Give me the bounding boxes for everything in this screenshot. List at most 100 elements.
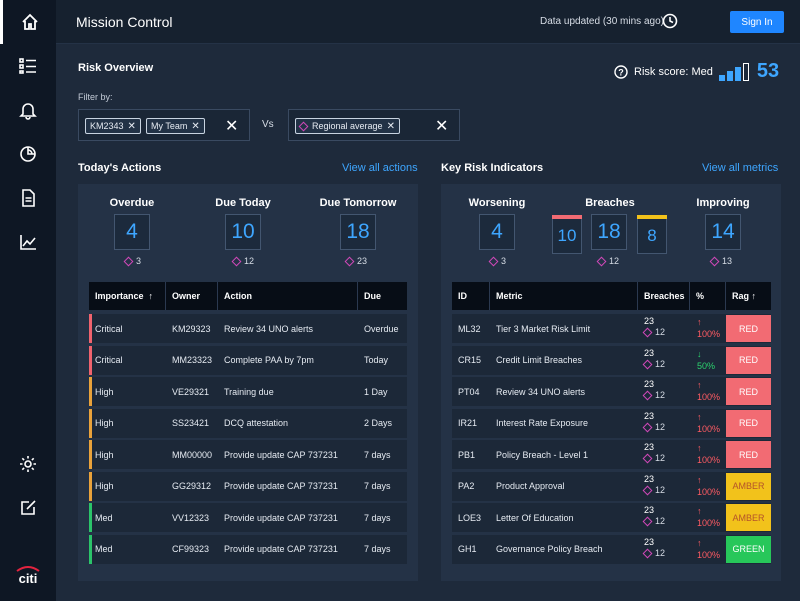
chip-label: Regional average <box>312 121 383 131</box>
cell-metric: Governance Policy Breach <box>496 544 603 554</box>
stat-overdue-value[interactable]: 4 <box>114 214 150 250</box>
bell-icon <box>19 103 37 120</box>
nav-analytics[interactable] <box>0 220 56 264</box>
kri-worsening-value[interactable]: 4 <box>479 214 515 250</box>
table-row[interactable]: CR15 Credit Limit Breaches 23 12 ↓ 50% RED <box>452 345 771 375</box>
nav-list[interactable] <box>0 44 56 88</box>
column-rag[interactable]: Rag ↑ <box>726 282 771 310</box>
cell-metric: Product Approval <box>496 481 565 491</box>
kri-worsening-label-wrap: Worsening <box>468 197 526 209</box>
cell-percent: ↑ 100% <box>697 474 720 498</box>
cell-due: 7 days <box>364 512 391 523</box>
gear-icon <box>20 456 36 472</box>
filter-chip-my-team[interactable]: My Team ✕ <box>146 118 205 134</box>
cell-percent: ↑ 100% <box>697 379 720 403</box>
cell-percent: ↑ 100% <box>697 442 720 466</box>
cell-metric: Letter Of Education <box>496 512 574 523</box>
table-row[interactable]: Med CF99323 Provide update CAP 737231 7 day… <box>89 534 407 564</box>
table-row[interactable]: GH1 Governance Policy Breach 23 12 ↑ 100% GREE… <box>452 534 771 564</box>
table-row[interactable]: LOE3 Letter Of Education 23 12 ↑ 100% AMBER <box>452 503 771 532</box>
table-row[interactable]: PB1 Policy Breach - Level 1 23 12 ↑ 100% RED <box>452 440 771 469</box>
table-row[interactable]: Med VV12323 Provide update CAP 737231 7 day… <box>89 503 407 532</box>
column-breaches[interactable]: Breaches <box>638 282 690 310</box>
cell-owner: KM29323 <box>172 323 211 334</box>
cell-breaches: 23 12 <box>642 505 666 527</box>
table-row[interactable]: PT04 Review 34 UNO alerts 23 12 ↑ 100% RED <box>452 377 771 406</box>
cell-action: Provide update CAP 737231 <box>224 481 338 491</box>
cell-due: 7 days <box>364 449 391 460</box>
cell-importance: Critical <box>95 323 123 334</box>
cell-metric: Review 34 UNO alerts <box>496 386 586 397</box>
clear-filter-icon[interactable]: ✕ <box>225 116 238 136</box>
table-row[interactable]: High GG29312 Provide update CAP 737231 7 da… <box>89 471 407 501</box>
cell-due: 1 Day <box>364 386 388 397</box>
diamond-icon <box>642 422 653 432</box>
table-row[interactable]: Critical MM23323 Complete PAA by 7pm Today <box>89 345 407 375</box>
column-due[interactable]: Due <box>358 282 407 310</box>
column-id[interactable]: ID <box>452 282 490 310</box>
table-row[interactable]: ML32 Tier 3 Market Risk Limit 23 12 ↑ 100% RED <box>452 314 771 343</box>
cell-id: PA2 <box>458 481 475 491</box>
column-action[interactable]: Action <box>218 282 358 310</box>
diamond-icon <box>298 121 309 131</box>
kri-breaches-amber-value[interactable]: 8 <box>637 215 667 254</box>
filter-chip-km2343[interactable]: KM2343 ✕ <box>85 118 141 134</box>
stat-due-tomorrow-value[interactable]: 18 <box>340 214 376 250</box>
stat-sub-value: 12 <box>609 256 620 266</box>
view-all-metrics-link[interactable]: View all metrics <box>702 162 778 174</box>
cell-importance: High <box>95 481 114 491</box>
nav-home[interactable] <box>0 0 56 44</box>
column-percent[interactable]: % <box>690 282 726 310</box>
filter-input-comparison[interactable]: Regional average ✕ ✕ <box>288 109 460 141</box>
nav-edit[interactable] <box>0 486 56 530</box>
sign-in-button[interactable]: Sign In <box>730 11 784 33</box>
breaches-sub: 12 <box>642 453 665 464</box>
kri-breaches-red-value[interactable]: 10 <box>552 215 582 254</box>
stat-sub-value: 12 <box>244 256 255 266</box>
close-icon[interactable]: ✕ <box>191 121 199 132</box>
cell-owner: VV12323 <box>172 512 210 523</box>
diamond-icon <box>344 256 355 266</box>
breaches-sub-value: 12 <box>655 516 666 526</box>
filter-chip-regional-average[interactable]: Regional average ✕ <box>295 118 400 134</box>
kri-breaches-total-value[interactable]: 18 <box>591 214 627 250</box>
table-row[interactable]: High MM00000 Provide update CAP 737231 7 da… <box>89 440 407 469</box>
nav-settings[interactable] <box>0 442 56 486</box>
close-icon[interactable]: ✕ <box>128 121 136 132</box>
column-metric[interactable]: Metric <box>490 282 638 310</box>
cell-action: Provide update CAP 737231 <box>224 512 338 523</box>
help-icon[interactable]: ? <box>614 64 628 79</box>
table-row[interactable]: High SS23421 DCQ attestation 2 Days <box>89 408 407 438</box>
nav-reports[interactable] <box>0 132 56 176</box>
percent-value: 100% <box>697 455 721 465</box>
table-row[interactable]: PA2 Product Approval 23 12 ↑ 100% AMBER <box>452 471 771 501</box>
cell-percent: ↑ 100% <box>697 316 720 340</box>
clear-filter-icon[interactable]: ✕ <box>435 116 448 136</box>
percent-value: 100% <box>697 486 721 497</box>
kri-improving-value[interactable]: 14 <box>705 214 741 250</box>
view-all-actions-link[interactable]: View all actions <box>342 162 418 174</box>
cell-percent: ↑ 100% <box>697 537 720 561</box>
column-importance[interactable]: Importance ↑ <box>89 282 166 310</box>
stat-due-today-value[interactable]: 10 <box>225 214 261 250</box>
breaches-value: 23 <box>644 410 655 421</box>
kri-improving-label: Improving <box>696 197 750 209</box>
table-row[interactable]: High VE29321 Training due 1 Day <box>89 377 407 406</box>
cell-id: PB1 <box>458 449 476 460</box>
stat-sub-value: 13 <box>722 256 733 266</box>
table-row[interactable]: IR21 Interest Rate Exposure 23 12 ↑ 100% RED <box>452 408 771 438</box>
sort-arrow-icon[interactable]: ↑ <box>149 291 154 301</box>
column-owner[interactable]: Owner <box>166 282 218 310</box>
nav-documents[interactable] <box>0 176 56 220</box>
filter-input-primary[interactable]: KM2343 ✕ My Team ✕ ✕ <box>78 109 250 141</box>
nav-notifications[interactable] <box>0 88 56 132</box>
breaches-value: 23 <box>644 536 655 547</box>
rag-badge: RED <box>726 346 771 374</box>
cell-due: 7 days <box>364 481 391 491</box>
cell-due: Today <box>364 355 389 365</box>
table-row[interactable]: Critical KM29323 Review 34 UNO alerts Overd… <box>89 314 407 343</box>
close-icon[interactable]: ✕ <box>387 121 395 132</box>
risk-score: ? Risk score: Med 53 <box>614 60 779 83</box>
cell-due: Overdue <box>364 323 399 334</box>
sort-arrow-icon[interactable]: ↑ <box>752 291 757 301</box>
